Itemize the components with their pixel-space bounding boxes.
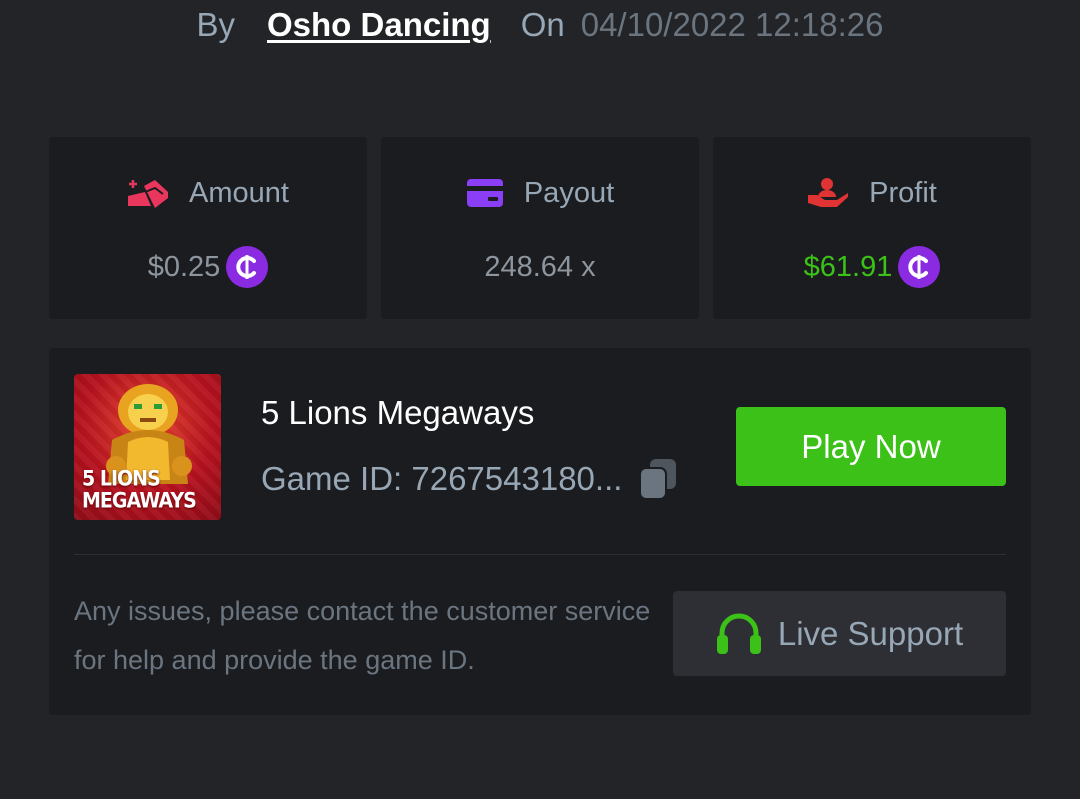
by-label: By xyxy=(196,6,235,43)
profit-card: Profit $61.91 xyxy=(713,137,1031,319)
payout-header: Payout xyxy=(466,173,614,213)
card-divider xyxy=(74,554,1006,555)
payout-value-row: 248.64 x xyxy=(484,245,595,289)
game-id: Game ID: 7267543180... xyxy=(261,460,623,497)
payout-label: Payout xyxy=(523,176,615,209)
amount-value-row: $0.25 xyxy=(148,245,269,289)
profit-header: Profit xyxy=(807,173,937,213)
credit-card-icon xyxy=(466,179,503,207)
game-thumbnail[interactable]: 5 LIONS MEGAWAYS xyxy=(74,374,221,520)
amount-header: Amount xyxy=(127,173,289,213)
amount-value: $0.25 xyxy=(147,250,221,283)
play-now-button[interactable]: Play Now xyxy=(736,407,1006,486)
coins-hand-icon xyxy=(128,180,169,208)
bet-meta-row: By Osho Dancing On 04/10/2022 12:18:26 xyxy=(0,0,1080,50)
coin-c-icon xyxy=(898,246,941,288)
amount-label: Amount xyxy=(189,176,289,209)
headset-icon xyxy=(716,613,761,654)
live-support-label: Live Support xyxy=(777,614,964,652)
profit-value: $61.91 xyxy=(803,250,893,283)
author-link[interactable]: Osho Dancing xyxy=(267,6,491,44)
hand-user-icon xyxy=(808,178,849,207)
game-card: 5 LIONS MEGAWAYS 5 Lions Megaways Game I… xyxy=(49,348,1031,715)
payout-card: Payout 248.64 x xyxy=(381,137,699,319)
amount-card: Amount $0.25 xyxy=(49,137,367,319)
game-id-row: Game ID: 7267543180... xyxy=(261,458,678,500)
on-label: On xyxy=(520,6,565,43)
coin-c-icon xyxy=(226,246,269,288)
help-text: Any issues, please contact the customer … xyxy=(74,596,651,675)
copy-icon[interactable] xyxy=(638,458,678,500)
stats-row: Amount $0.25 Payout 248.64 x Profit $61.… xyxy=(49,137,1031,319)
bet-date: 04/10/2022 12:18:26 xyxy=(580,6,884,43)
profit-label: Profit xyxy=(869,176,937,209)
thumbnail-logo: 5 LIONS MEGAWAYS xyxy=(82,466,197,514)
payout-value: 248.64 x xyxy=(484,250,596,283)
profit-value-row: $61.91 xyxy=(804,245,941,289)
game-title[interactable]: 5 Lions Megaways xyxy=(261,394,534,432)
live-support-button[interactable]: Live Support xyxy=(673,591,1006,676)
